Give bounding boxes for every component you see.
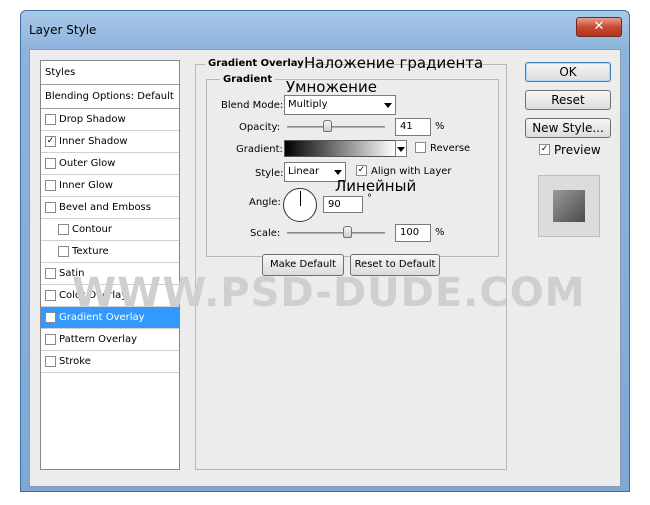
style-item[interactable]: Pattern Overlay: [41, 329, 179, 351]
style-item[interactable]: Bevel and Emboss: [41, 197, 179, 219]
style-item[interactable]: ✓ Inner Shadow: [41, 131, 179, 153]
style-item-label: Inner Glow: [59, 180, 113, 191]
subgroup-title: Gradient: [220, 74, 276, 85]
style-item-checkbox[interactable]: [58, 246, 69, 257]
style-item-label: Inner Shadow: [59, 136, 128, 147]
angle-dial[interactable]: [283, 188, 317, 222]
watermark: WWW.PSD-DUDE.COM: [72, 270, 586, 316]
scale-unit: %: [435, 227, 445, 238]
blend-mode-label: Blend Mode:: [221, 100, 284, 111]
opacity-unit: %: [435, 121, 445, 132]
style-item-checkbox[interactable]: [45, 334, 56, 345]
reverse-checkbox[interactable]: [415, 142, 426, 153]
style-item-label: Contour: [72, 224, 112, 235]
styles-header[interactable]: Styles: [41, 61, 179, 85]
style-item-label: Pattern Overlay: [59, 334, 138, 345]
close-button[interactable]: ✕: [576, 17, 622, 37]
annotation-ru-style: Линейный: [335, 177, 417, 195]
angle-field[interactable]: 90: [323, 196, 363, 213]
style-item-checkbox[interactable]: ✓: [45, 312, 56, 323]
blend-mode-select[interactable]: Multiply: [284, 95, 396, 115]
align-with-layer-label: Align with Layer: [371, 166, 452, 177]
gradient-label: Gradient:: [236, 144, 283, 155]
style-item-label: Bevel and Emboss: [59, 202, 151, 213]
style-item-label: Stroke: [59, 356, 91, 367]
style-item-checkbox[interactable]: ✓: [45, 136, 56, 147]
style-item-label: Drop Shadow: [59, 114, 126, 125]
style-item[interactable]: Inner Glow: [41, 175, 179, 197]
scale-slider-thumb[interactable]: [343, 226, 352, 238]
style-item-checkbox[interactable]: [45, 202, 56, 213]
style-item[interactable]: Texture: [41, 241, 179, 263]
chevron-down-icon: [397, 147, 405, 152]
gradient-picker[interactable]: [284, 140, 396, 157]
chevron-down-icon: [334, 170, 342, 175]
style-item-checkbox[interactable]: [58, 224, 69, 235]
style-item-checkbox[interactable]: [45, 356, 56, 367]
reverse-label: Reverse: [430, 143, 471, 154]
align-with-layer-checkbox[interactable]: ✓: [356, 165, 367, 176]
style-item[interactable]: Drop Shadow: [41, 109, 179, 131]
style-item-label: Outer Glow: [59, 158, 116, 169]
styles-list: Styles Blending Options: Default Drop Sh…: [40, 60, 180, 470]
annotation-ru-title: Наложение градиента: [304, 54, 484, 72]
new-style-button[interactable]: New Style...: [525, 118, 611, 138]
preview-thumbnail: [553, 190, 585, 222]
close-icon: ✕: [593, 19, 605, 34]
blend-mode-value: Multiply: [288, 99, 328, 110]
style-item-checkbox[interactable]: [45, 114, 56, 125]
scale-slider-track[interactable]: [287, 232, 385, 234]
preview-label: Preview: [554, 143, 601, 157]
preview-checkbox[interactable]: ✓: [539, 144, 550, 155]
opacity-slider-thumb[interactable]: [323, 120, 333, 132]
blending-options[interactable]: Blending Options: Default: [41, 85, 179, 109]
window-title: Layer Style: [29, 23, 97, 37]
style-item-checkbox[interactable]: [45, 158, 56, 169]
preview-swatch: [538, 175, 600, 237]
layer-style-window: Layer Style ✕ Styles Blending Options: D…: [20, 10, 630, 492]
opacity-slider-track[interactable]: [287, 126, 385, 128]
style-item[interactable]: Stroke: [41, 351, 179, 373]
angle-label: Angle:: [249, 197, 281, 208]
opacity-field[interactable]: 41: [395, 118, 431, 136]
dialog-client: Styles Blending Options: Default Drop Sh…: [29, 49, 621, 487]
gradient-dropdown[interactable]: [395, 140, 407, 157]
reset-button[interactable]: Reset: [525, 90, 611, 110]
chevron-down-icon: [384, 103, 392, 108]
group-title: Gradient Overlay: [205, 58, 307, 69]
opacity-label: Opacity:: [239, 122, 281, 133]
style-item[interactable]: Contour: [41, 219, 179, 241]
style-item-checkbox[interactable]: [45, 180, 56, 191]
style-item[interactable]: Outer Glow: [41, 153, 179, 175]
style-label: Style:: [255, 168, 284, 179]
ok-button[interactable]: OK: [525, 62, 611, 82]
angle-unit: °: [367, 193, 372, 204]
style-item-label: Texture: [72, 246, 109, 257]
style-value: Linear: [288, 166, 320, 177]
annotation-ru-blend: Умножение: [286, 78, 377, 96]
style-item-checkbox[interactable]: [45, 268, 56, 279]
style-item-checkbox[interactable]: [45, 290, 56, 301]
scale-label: Scale:: [250, 228, 281, 239]
scale-field[interactable]: 100: [395, 224, 431, 242]
angle-dial-hand: [300, 191, 301, 206]
